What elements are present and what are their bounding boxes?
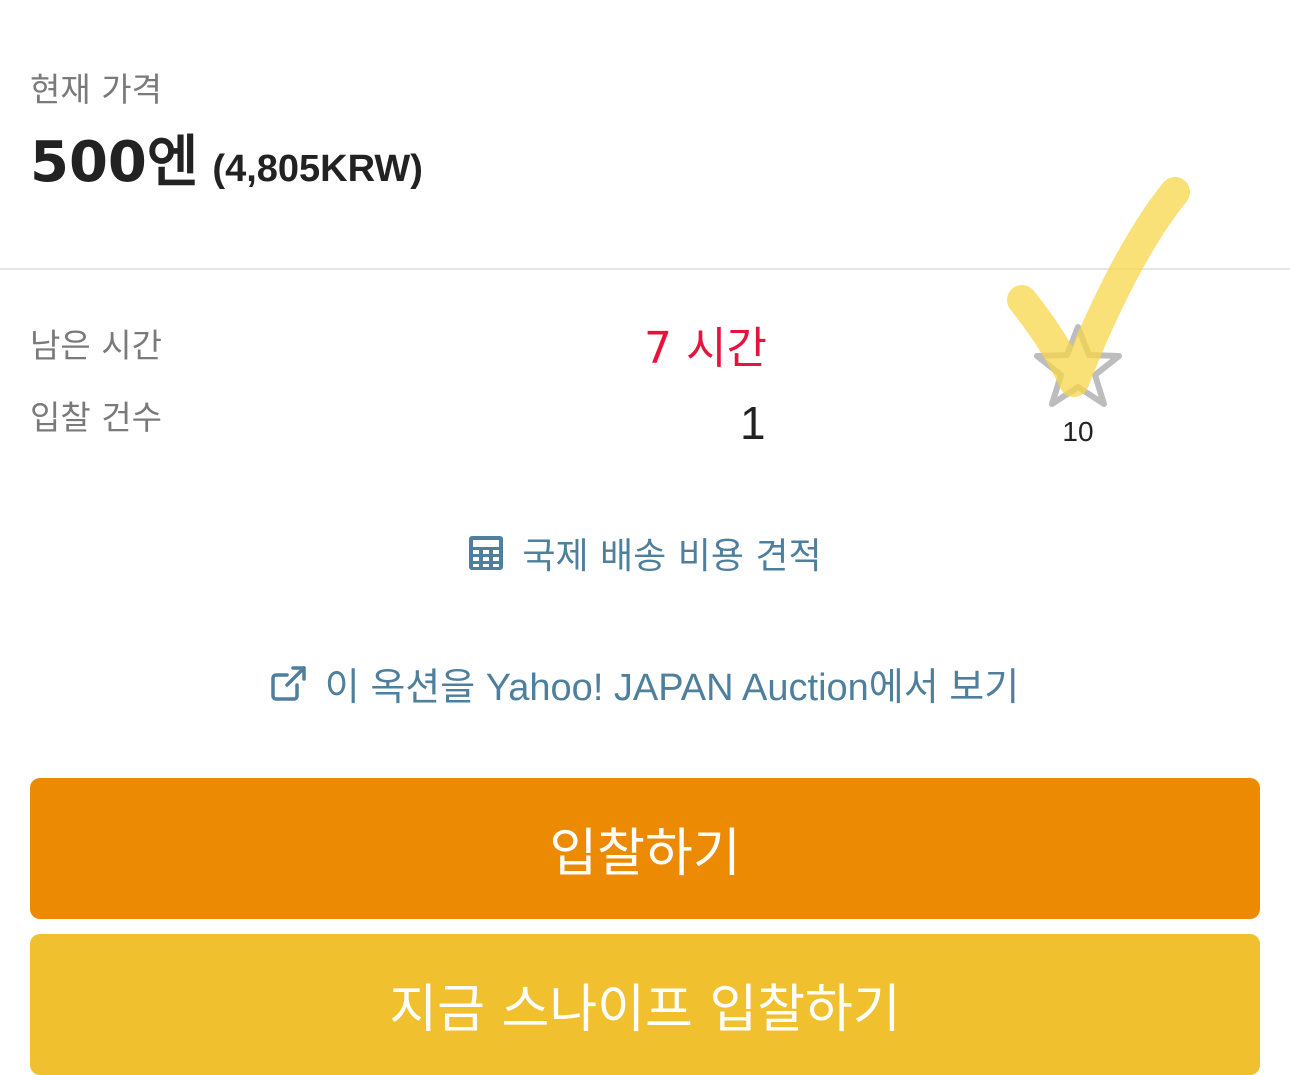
time-left-value: 7 시간 — [644, 323, 767, 374]
external-link-icon — [271, 666, 306, 701]
price-amount: 500엔 — [30, 130, 199, 195]
watchlist-count: 10 — [1062, 416, 1094, 447]
current-price: 500엔 (4,805KRW) — [30, 128, 423, 211]
snipe-bid-button-label: 지금 스나이프 입찰하기 — [389, 980, 901, 1040]
watchlist-button[interactable]: 10 — [1030, 320, 1126, 450]
bid-count-value: 1 — [740, 397, 766, 449]
calculator-icon — [469, 536, 504, 570]
current-price-label: 현재 가격 — [30, 70, 162, 109]
time-left-label: 남은 시간 — [30, 326, 162, 365]
view-on-yahoo-label: 이 옥션을 Yahoo! JAPAN Auction에서 보기 — [324, 666, 1020, 709]
shipping-estimate-label: 국제 배송 비용 견적 — [522, 536, 822, 577]
bid-count-label: 입찰 건수 — [30, 398, 162, 437]
price-converted: (4,805KRW) — [212, 148, 423, 190]
bid-button-label: 입찰하기 — [549, 824, 741, 884]
snipe-bid-button[interactable]: 지금 스나이프 입찰하기 — [30, 934, 1260, 1075]
shipping-estimate-link[interactable]: 국제 배송 비용 견적 — [0, 528, 1290, 578]
bid-button[interactable]: 입찰하기 — [30, 778, 1260, 919]
section-divider — [0, 268, 1290, 270]
view-on-yahoo-link[interactable]: 이 옥션을 Yahoo! JAPAN Auction에서 보기 — [0, 658, 1290, 709]
star-icon — [1034, 324, 1122, 407]
